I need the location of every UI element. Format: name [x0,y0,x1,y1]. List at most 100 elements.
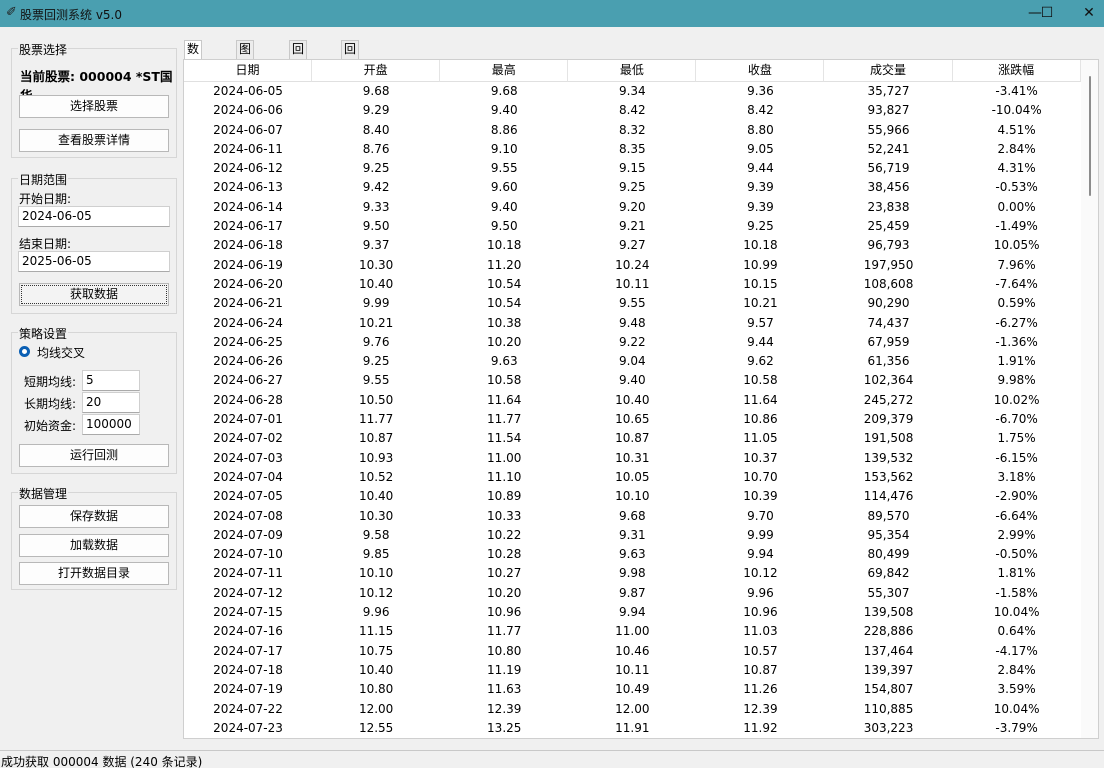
scrollbar-thumb[interactable] [1089,76,1091,196]
table-cell: 10.87 [358,431,394,446]
table-row[interactable]: 2024-07-2411.5012.9011.5012.41231,6804.1… [184,738,1081,739]
select-stock-button[interactable]: 选择股票 [19,95,169,118]
table-row[interactable]: 2024-06-25 9.76 10.20 9.22 9.44 67,959 -1.36% [184,333,1081,352]
table-row[interactable]: 2024-07-18 10.40 11.19 10.11 10.87 139,397 2.8… [184,661,1081,680]
table-cell: 9.50 [490,219,518,234]
column-header[interactable]: 收盘 [696,60,825,82]
run-backtest-button[interactable]: 运行回测 [19,444,169,467]
long-ma-input[interactable]: 20 [82,392,140,413]
table-row[interactable]: 2024-06-26 9.25 9.63 9.04 9.62 61,356 1.91% [184,352,1081,371]
table-row[interactable]: 2024-07-16 11.15 11.77 11.00 11.03 228,886 0.6… [184,622,1081,641]
table-row[interactable]: 2024-06-13 9.42 9.60 9.25 9.39 38,456 -0.53% [184,178,1081,197]
table-cell: 11.77 [487,412,522,427]
table-row[interactable]: 2024-06-18 9.37 10.18 9.27 10.18 96,793 10.05% [184,236,1081,255]
table-row[interactable]: 2024-06-12 9.25 9.55 9.15 9.44 56,719 4.31% [184,159,1081,178]
tab-data-preview[interactable]: 数据预览 [184,40,203,107]
initial-capital-input[interactable]: 100000 [82,414,140,435]
close-button[interactable]: ✕ [1066,0,1104,27]
table-row[interactable]: 2024-07-01 11.77 11.77 10.65 10.86 209,379 -6.… [184,410,1081,429]
table-cell: 9.29 [362,103,390,118]
table-row[interactable]: 2024-06-20 10.40 10.54 10.11 10.15 108,608 -7.… [184,275,1081,294]
table-row[interactable]: 2024-07-02 10.87 11.54 10.87 11.05 191,508 1.7… [184,429,1081,448]
table-row[interactable]: 2024-06-28 10.50 11.64 10.40 11.64 245,272 10.… [184,391,1081,410]
table-cell: -3.41% [995,84,1038,98]
end-date-input[interactable]: 2025-06-05 [18,251,170,272]
table-row[interactable]: 2024-06-21 9.99 10.54 9.55 10.21 90,290 0.59% [184,294,1081,313]
table-row[interactable]: 2024-07-05 10.40 10.89 10.10 10.39 114,476 -2.… [184,487,1081,506]
table-row[interactable]: 2024-07-12 10.12 10.20 9.87 9.96 55,307 -1.58% [184,584,1081,603]
tab-chart-analysis[interactable]: 图表分析 [236,40,255,107]
table-cell: 9.68 [618,508,646,523]
table-row[interactable]: 2024-06-24 10.21 10.38 9.48 9.57 74,437 -6.27% [184,314,1081,333]
table-cell: 93,827 [867,103,910,118]
save-data-button[interactable]: 保存数据 [19,505,169,528]
table-cell: 303,223 [863,720,914,735]
start-date-input[interactable]: 2024-06-05 [18,206,170,227]
table-row[interactable]: 2024-06-27 9.55 10.58 9.40 10.58 102,364 9.98% [184,371,1081,390]
table-cell: -10.04% [991,103,1042,118]
table-row[interactable]: 2024-07-09 9.58 10.22 9.31 9.99 95,354 2.99% [184,526,1081,545]
column-header[interactable]: 涨跌幅 [952,60,1081,82]
table-row[interactable]: 2024-07-15 9.96 10.96 9.94 10.96 139,508 10.04… [184,603,1081,622]
table-cell: 10.80 [487,643,522,658]
table-cell: 9.99 [362,296,390,311]
column-header[interactable]: 成交量 [824,60,953,82]
table-cell: 9.76 [362,334,390,349]
table-cell: 2024-07-15 [213,605,283,620]
table-row[interactable]: 2024-07-04 10.52 11.10 10.05 10.70 153,562 3.1… [184,468,1081,487]
load-data-button[interactable]: 加载数据 [19,534,169,557]
table-cell: -1.49% [995,219,1038,234]
column-header[interactable]: 最低 [568,60,697,82]
table-cell: 2024-07-24 [184,738,312,739]
ma-cross-radio[interactable] [19,346,30,357]
stock-detail-button[interactable]: 查看股票详情 [19,129,169,152]
table-cell: -6.27% [995,315,1038,330]
table-cell: 7.96% [997,257,1036,272]
table-cell: 10.58 [487,373,522,388]
table-row[interactable]: 2024-06-11 8.76 9.10 8.35 9.05 52,241 2.84% [184,140,1081,159]
table-cell: 12.00 [358,701,394,716]
table-cell: 10.10 [358,566,394,581]
table-cell: 2024-06-12 [213,161,283,176]
table-row[interactable]: 2024-06-19 10.30 11.20 10.24 10.99 197,950 7.9… [184,256,1081,275]
fetch-data-button[interactable]: 获取数据 [19,283,169,306]
open-data-dir-button[interactable]: 打开数据目录 [19,562,169,585]
tab-backtest-result[interactable]: 回测结果 [289,40,308,107]
short-ma-input[interactable]: 5 [82,370,140,391]
table-cell: 10.75 [358,643,394,658]
table-row[interactable]: 2024-07-03 10.93 11.00 10.31 10.37 139,532 -6.… [184,449,1081,468]
maximize-button[interactable]: ☐ [1024,0,1070,27]
vertical-scrollbar[interactable] [1081,60,1098,738]
table-row[interactable]: 2024-07-22 12.00 12.39 12.00 12.39 110,885 10.… [184,700,1081,719]
table-row[interactable]: 2024-07-23 12.55 13.25 11.91 11.92 303,223 -3.… [184,719,1081,738]
column-header[interactable]: 最高 [440,60,569,82]
table-row[interactable]: 2024-07-17 10.75 10.80 10.46 10.57 137,464 -4.… [184,642,1081,661]
table-cell: 10.21 [358,315,394,330]
table-cell: 11.03 [743,624,778,639]
table-cell: 10.11 [615,276,650,291]
table-cell: 10.52 [358,469,394,484]
tab-backtest-metrics[interactable]: 回测指标 [341,40,360,107]
table-row[interactable]: 2024-06-14 9.33 9.40 9.20 9.39 23,838 0.00% [184,198,1081,217]
table-row[interactable]: 2024-06-06 9.29 9.40 8.42 8.42 93,827 -10.04% [184,101,1081,120]
table-cell: 2024-06-21 [213,296,283,311]
table-row[interactable]: 2024-06-05 9.68 9.68 9.34 9.36 35,727 -3.41% [184,82,1081,101]
table-row[interactable]: 2024-07-10 9.85 10.28 9.63 9.94 80,499 -0.50% [184,545,1081,564]
table-row[interactable]: 2024-07-19 10.80 11.63 10.49 11.26 154,807 3.5… [184,680,1081,699]
table-row[interactable]: 2024-07-08 10.30 10.33 9.68 9.70 89,570 -6.64% [184,507,1081,526]
table-cell: 10.38 [487,315,522,330]
table-cell: 10.46 [615,643,650,658]
table-cell: 11.64 [487,392,522,407]
column-header[interactable]: 日期 [184,60,313,82]
table-cell: 10.99 [743,257,778,272]
table-cell: 9.96 [362,605,390,620]
table-cell: 9.96 [747,585,774,600]
table-row[interactable]: 2024-06-07 8.40 8.86 8.32 8.80 55,966 4.51% [184,121,1081,140]
column-header[interactable]: 开盘 [312,60,441,82]
table-cell: 10.40 [358,489,394,504]
table-row[interactable]: 2024-07-11 10.10 10.27 9.98 10.12 69,842 1.81% [184,564,1081,583]
table-row[interactable]: 2024-06-17 9.50 9.50 9.21 9.25 25,459 -1.49% [184,217,1081,236]
table-cell: 10.87 [615,431,650,446]
table-cell: 2024-06-11 [213,141,283,156]
table-cell: 0.59% [997,296,1036,311]
